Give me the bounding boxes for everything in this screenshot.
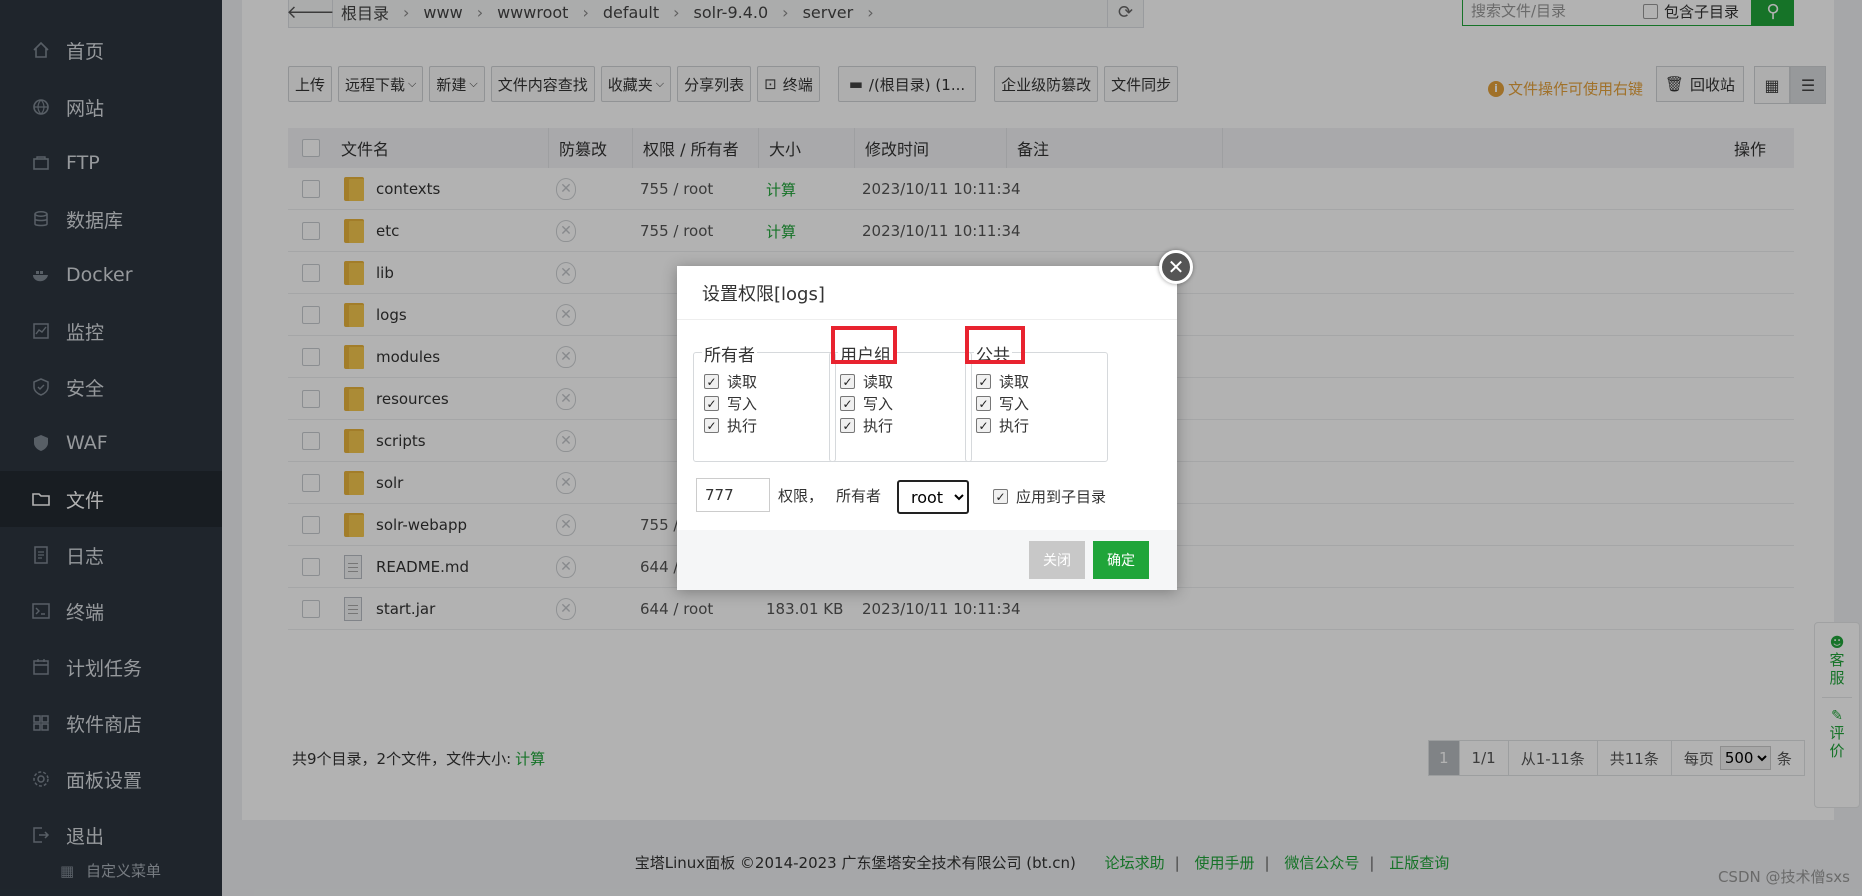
close-button[interactable]: 关闭 <box>1029 541 1085 579</box>
owner-select[interactable]: root <box>897 480 969 514</box>
group-legend: 所有者 <box>702 341 757 366</box>
highlight-box <box>831 326 897 364</box>
highlight-box <box>965 326 1025 364</box>
check-icon[interactable]: ✓ <box>704 418 719 433</box>
check-icon[interactable]: ✓ <box>840 374 855 389</box>
group-exec-checkbox[interactable]: ✓ 执行 <box>840 415 893 436</box>
public-read-checkbox[interactable]: ✓ 读取 <box>976 371 1029 392</box>
check-icon[interactable]: ✓ <box>704 396 719 411</box>
permission-label: 权限， <box>778 486 824 505</box>
confirm-button[interactable]: 确定 <box>1093 541 1149 579</box>
apply-subdir-checkbox[interactable]: ✓ 应用到子目录 <box>993 486 1106 507</box>
check-icon[interactable]: ✓ <box>993 489 1008 504</box>
group-write-checkbox[interactable]: ✓ 写入 <box>840 393 893 414</box>
close-icon: ✕ <box>1167 255 1185 279</box>
owner-write-checkbox[interactable]: ✓ 写入 <box>704 393 757 414</box>
group-permissions: 用户组 ✓ 读取 ✓ 写入 ✓ 执行 <box>829 341 972 462</box>
public-exec-checkbox[interactable]: ✓ 执行 <box>976 415 1029 436</box>
owner-permissions: 所有者 ✓ 读取 ✓ 写入 ✓ 执行 <box>693 341 836 462</box>
dialog-title: 设置权限[logs] <box>677 266 1177 320</box>
permission-value-input[interactable] <box>696 478 770 512</box>
check-icon[interactable]: ✓ <box>704 374 719 389</box>
owner-exec-checkbox[interactable]: ✓ 执行 <box>704 415 757 436</box>
public-write-checkbox[interactable]: ✓ 写入 <box>976 393 1029 414</box>
check-icon[interactable]: ✓ <box>840 418 855 433</box>
check-icon[interactable]: ✓ <box>976 396 991 411</box>
group-read-checkbox[interactable]: ✓ 读取 <box>840 371 893 392</box>
check-icon[interactable]: ✓ <box>976 418 991 433</box>
permission-dialog: 设置权限[logs] ✕ 所有者 ✓ 读取 ✓ 写入 ✓ 执行 用户组 ✓ 读取 ✓ 写入… <box>677 250 1193 590</box>
check-icon[interactable]: ✓ <box>840 396 855 411</box>
dialog-close-button[interactable]: ✕ <box>1159 250 1193 284</box>
owner-read-checkbox[interactable]: ✓ 读取 <box>704 371 757 392</box>
public-permissions: 公共 ✓ 读取 ✓ 写入 ✓ 执行 <box>965 341 1108 462</box>
owner-label: 所有者 <box>836 486 882 505</box>
check-icon[interactable]: ✓ <box>976 374 991 389</box>
